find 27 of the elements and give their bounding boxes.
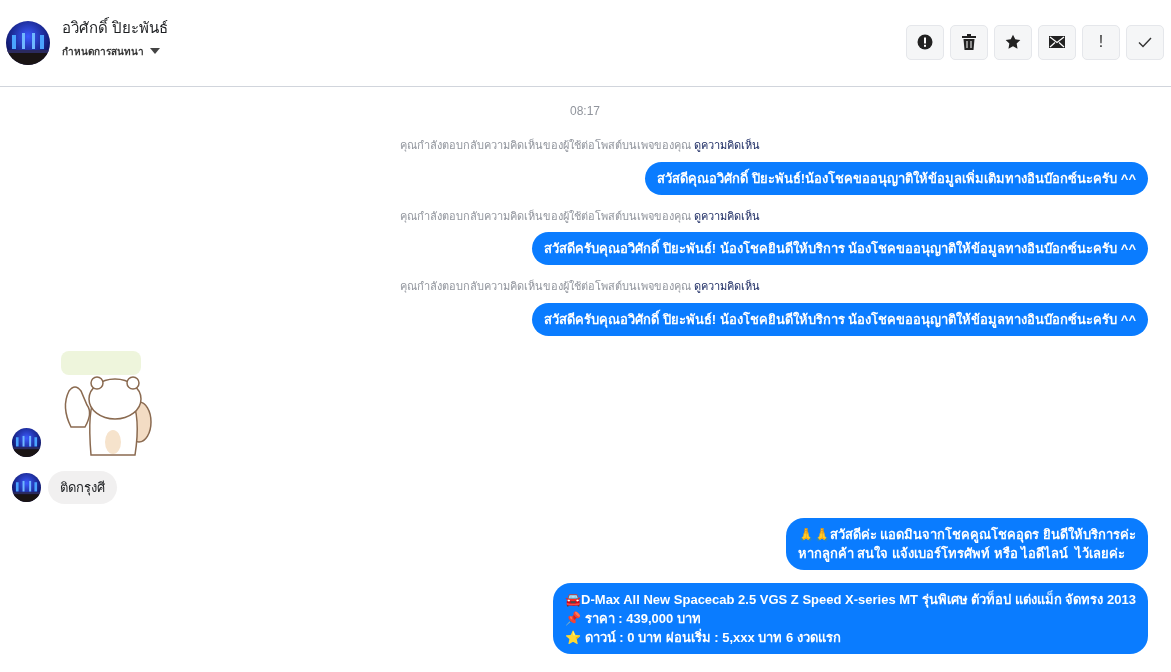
reply-notice: คุณกำลังตอบกลับความคิดเห็นของผู้ใช้ต่อโพสต์บนเพจของคุณ ดูความคิดเห็น <box>399 137 761 154</box>
timestamp: 08:17 <box>570 103 600 120</box>
alert-icon <box>917 34 933 50</box>
mail-icon <box>1049 36 1065 48</box>
message-bubble: สวัสดีครับคุณอวิศักดิ์ ปิยะพันธ์! น้องโชคยินดีให้บริการ น้องโชคขออนุญาติให้ข้อมูลทางอินบ๊อกซ์นะครับ ^^ <box>532 302 1148 336</box>
view-comment-link[interactable]: ดูความคิดเห็น <box>694 280 761 292</box>
trash-button[interactable] <box>950 24 988 60</box>
caret-icon[interactable] <box>150 48 160 55</box>
contact-name: อวิศักดิ์ ปิยะพันธ์ <box>62 17 169 39</box>
mark-important-button[interactable]: ! <box>1082 24 1120 60</box>
check-icon <box>1138 36 1152 48</box>
message-bubble: 🙏🙏สวัสดีค่ะ แอดมินจากโชคคูณโชคอุดร ยินดีให้บริการค่ะ หากลูกค้า สนใจ แจ้งเบอร์โทรศัพท์ หรือ ไอดีไลน์ ไว้เลยค่ะ <box>785 517 1148 570</box>
mail-button[interactable] <box>1038 24 1076 60</box>
message-bubble: สวัสดีคุณอวิศักดิ์ ปิยะพันธ์!น้องโชคขออนุญาติให้ข้อมูลเพิ่มเติมทางอินบ๊อกซ์นะครับ ^^ <box>645 161 1148 195</box>
message-bubble: ติดกรุงศี <box>48 470 117 504</box>
message-bubble: สวัสดีครับคุณอวิศักดิ์ ปิยะพันธ์! น้องโชคยินดีให้บริการ น้องโชคขออนุญาติให้ข้อมูลทางอินบ๊อกซ์นะครับ ^^ <box>532 232 1148 265</box>
reply-notice: คุณกำลังตอบกลับความคิดเห็นของผู้ใช้ต่อโพสต์บนเพจของคุณ ดูความคิดเห็น <box>399 278 761 295</box>
star-icon <box>1005 34 1021 50</box>
reply-notice: คุณกำลังตอบกลับความคิดเห็นของผู้ใช้ต่อโพสต์บนเพจของคุณ ดูความคิดเห็น <box>399 208 761 224</box>
conversation-settings-label[interactable]: กำหนดการสนทนา <box>62 43 144 59</box>
view-comment-link[interactable]: ดูความคิดเห็น <box>694 139 761 151</box>
view-comment-link[interactable]: ดูความคิดเห็น <box>694 209 761 222</box>
alert-button[interactable] <box>906 24 944 60</box>
message-bubble: 🚘D-Max All New Spacecab 2.5 VGS Z Speed X-series MT รุ่นพิเศษ ตัวท็อป แต่งแม็ก จัดทรง 2013 📌 ราคา : 439,000 บาท ⭐ ดาวน์ : 0 บาท ผ่อนเริ่ม : 5,xxx บาท 6 งวดแรก <box>553 582 1148 654</box>
star-button[interactable] <box>994 24 1032 60</box>
trash-icon <box>962 34 976 50</box>
check-button[interactable] <box>1126 24 1164 60</box>
